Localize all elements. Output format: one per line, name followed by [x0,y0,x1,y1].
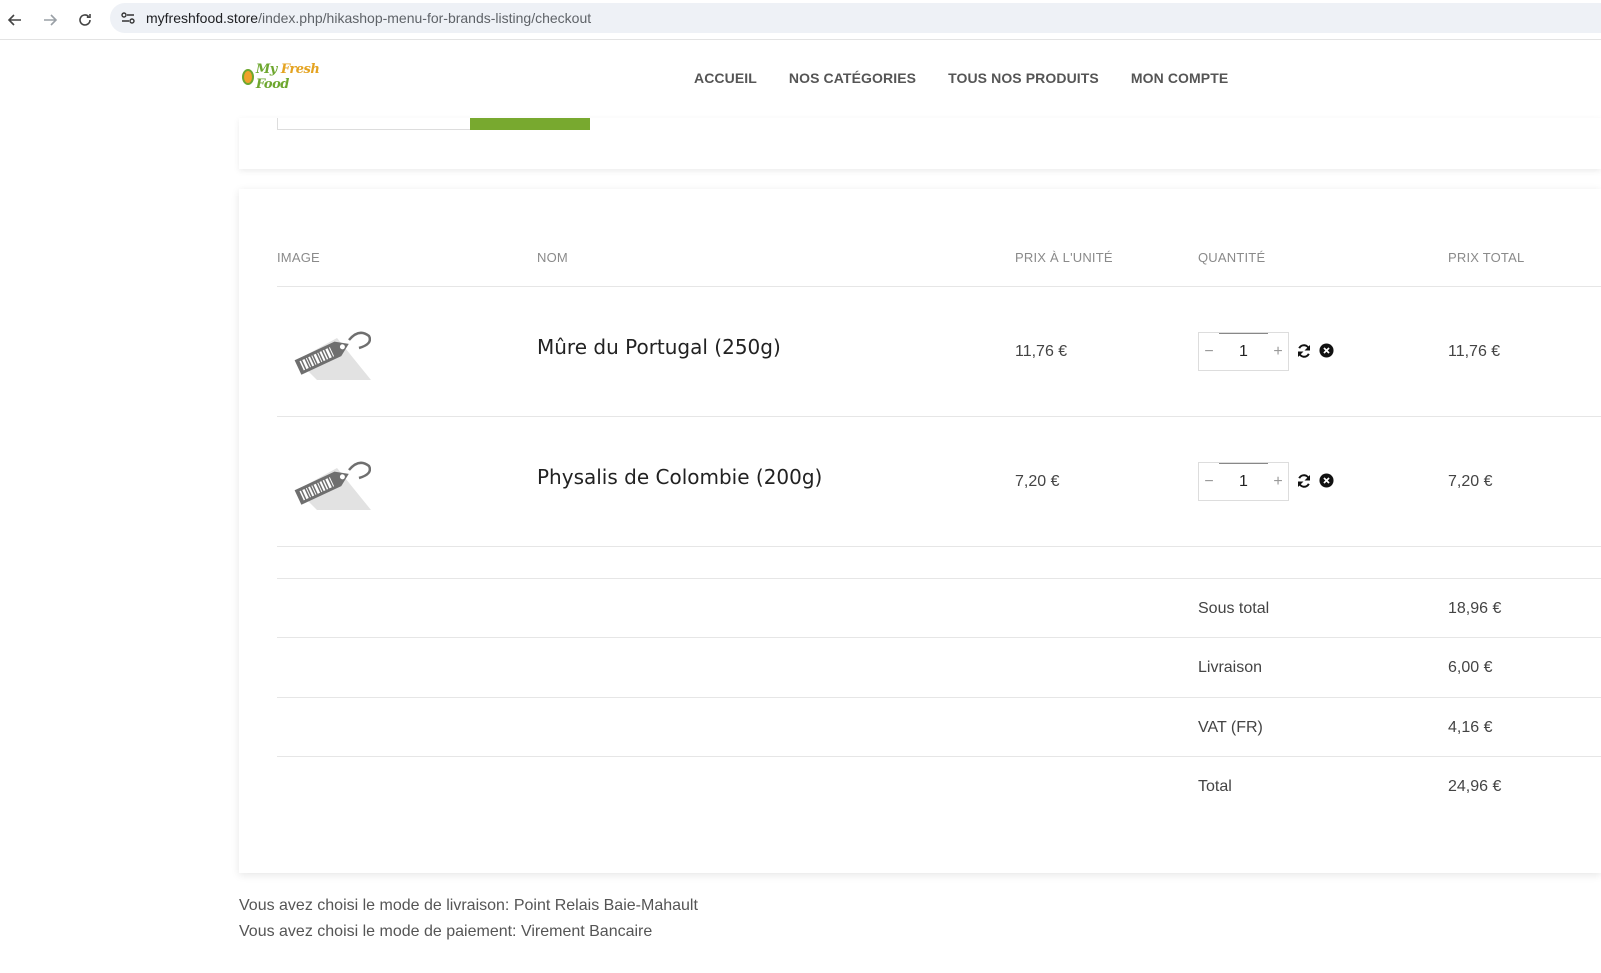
browser-toolbar: myfreshfood.store/index.php/hikashop-men… [0,0,1601,40]
nav-categories[interactable]: NOS CATÉGORIES [789,70,916,86]
payment-method-info: Vous avez choisi le mode de paiement: Vi… [239,923,653,940]
quantity-stepper: − + [1198,332,1289,371]
price-tag-icon [294,331,371,380]
col-header-name: NOM [537,250,568,265]
total-value: 24,96 € [1448,778,1502,795]
remove-icon[interactable] [1319,343,1334,358]
quantity-decrease-button[interactable]: − [1199,463,1219,500]
product-total-price: 7,20 € [1448,473,1493,490]
nav-my-account[interactable]: MON COMPTE [1131,70,1228,86]
divider [277,286,1601,287]
subtotal-value: 18,96 € [1448,600,1502,617]
product-name[interactable]: Physalis de Colombie (200g) [537,465,822,489]
refresh-icon[interactable] [1296,343,1312,359]
cart-table: IMAGE NOM PRIX À L'UNITÉ QUANTITÉ PRIX T… [239,189,1601,873]
url-text: myfreshfood.store/index.php/hikashop-men… [146,10,591,26]
nav-all-products[interactable]: TOUS NOS PRODUITS [948,70,1099,86]
coupon-submit-button[interactable] [470,118,590,130]
divider [277,416,1601,417]
subtotal-label: Sous total [1198,600,1270,617]
quantity-stepper: − + [1198,462,1289,501]
quantity-input[interactable] [1219,463,1268,500]
product-total-price: 11,76 € [1448,343,1501,360]
quantity-input[interactable] [1219,333,1268,370]
vat-value: 4,16 € [1448,719,1493,736]
vat-label: VAT (FR) [1198,719,1263,736]
logo-emblem-icon [242,69,254,85]
total-label: Total [1198,778,1232,795]
quantity-decrease-button[interactable]: − [1199,333,1219,370]
url-domain: myfreshfood.store [146,10,259,26]
shipping-method-info: Vous avez choisi le mode de livraison: P… [239,897,698,914]
address-bar[interactable]: myfreshfood.store/index.php/hikashop-men… [110,3,1601,33]
col-header-total-price: PRIX TOTAL [1448,250,1525,265]
site-header: My Fresh Food ACCUEIL NOS CATÉGORIES TOU… [0,40,1601,118]
divider [277,637,1601,638]
divider [277,546,1601,547]
product-unit-price: 11,76 € [1015,343,1068,360]
quantity-increase-button[interactable]: + [1268,333,1288,370]
price-tag-icon [294,461,371,510]
product-name[interactable]: Mûre du Portugal (250g) [537,335,781,359]
col-header-quantity: QUANTITÉ [1198,250,1266,265]
product-unit-price: 7,20 € [1015,473,1060,490]
divider [277,697,1601,698]
remove-icon[interactable] [1319,473,1334,488]
nav-accueil[interactable]: ACCUEIL [694,70,757,86]
quantity-increase-button[interactable]: + [1268,463,1288,500]
coupon-input[interactable] [277,118,470,130]
divider [277,756,1601,757]
coupon-card [239,118,1601,169]
shipping-label: Livraison [1198,659,1263,676]
shipping-value: 6,00 € [1448,659,1493,676]
back-icon[interactable] [4,9,26,31]
reload-icon[interactable] [74,9,96,31]
col-header-unit-price: PRIX À L'UNITÉ [1015,250,1113,265]
col-header-image: IMAGE [277,250,320,265]
url-path: /index.php/hikashop-menu-for-brands-list… [258,10,592,26]
main-navigation: ACCUEIL NOS CATÉGORIES TOUS NOS PRODUITS… [694,70,1260,86]
divider [277,578,1601,579]
refresh-icon[interactable] [1296,473,1312,489]
logo-text: My Fresh Food [255,62,320,92]
forward-icon[interactable] [39,9,61,31]
site-logo[interactable]: My Fresh Food [242,62,322,92]
site-settings-icon[interactable] [113,3,143,33]
